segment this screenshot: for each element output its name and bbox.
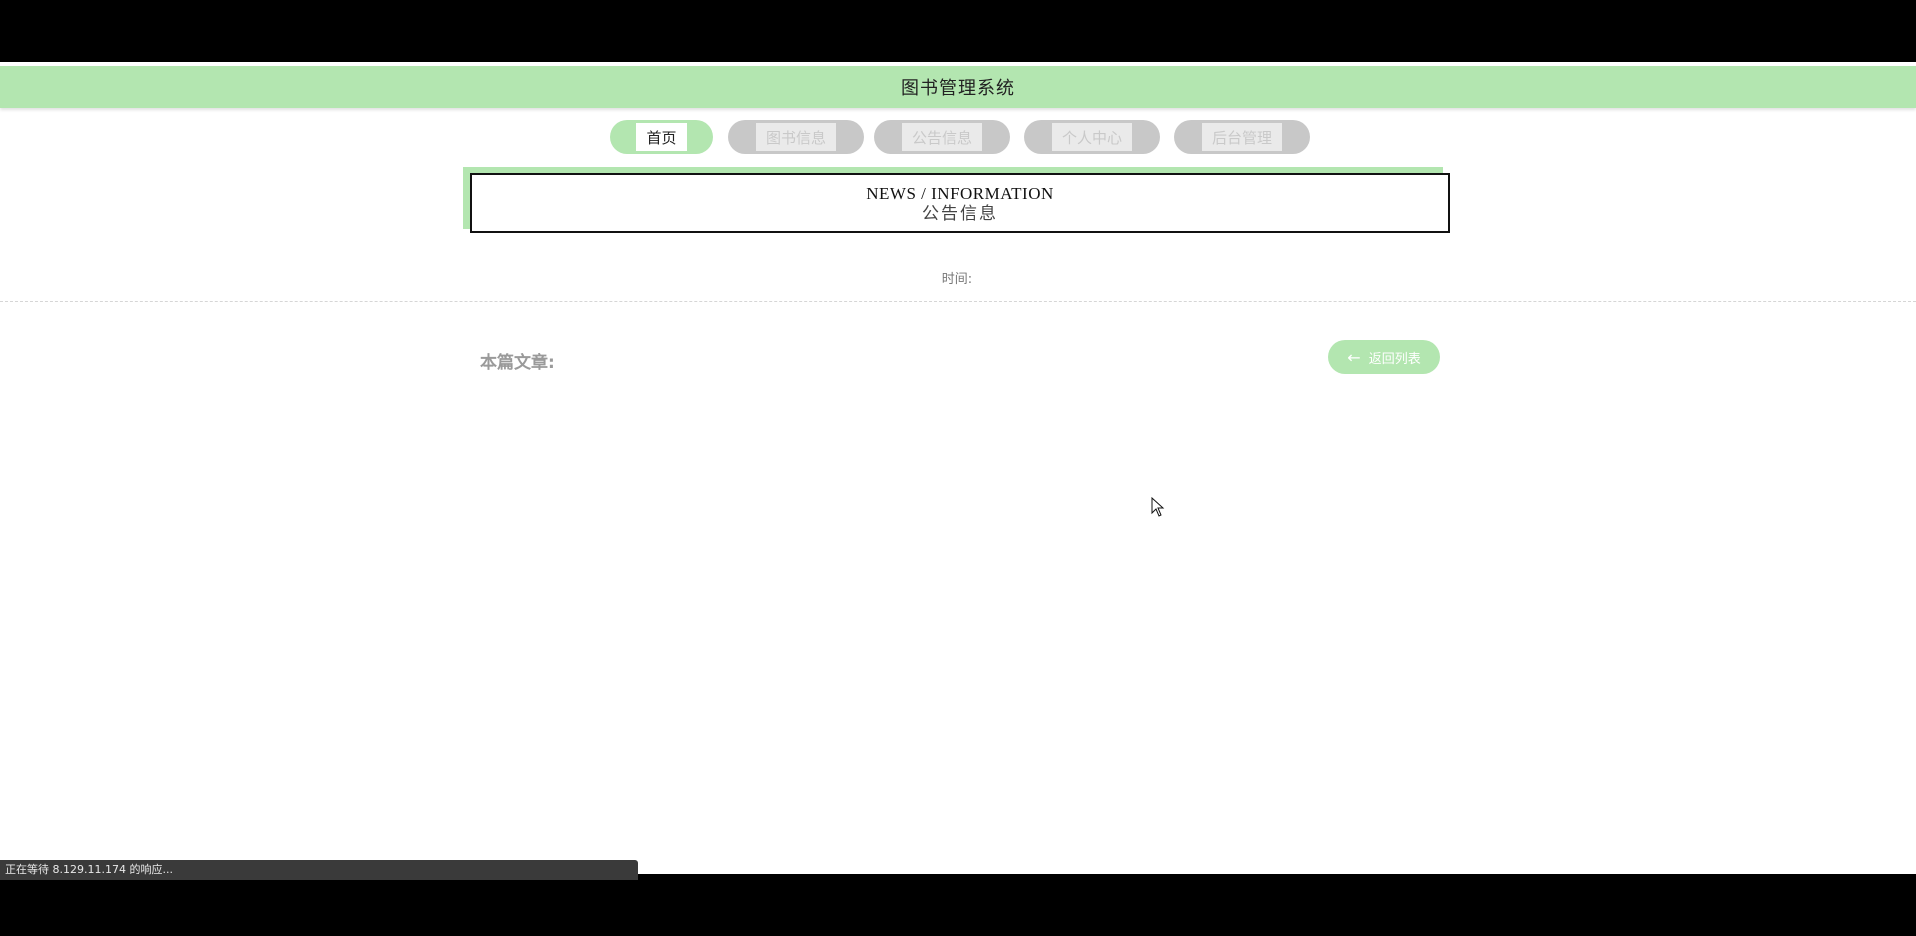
arrow-left-icon: ← [1347,347,1361,367]
news-header: NEWS / INFORMATION 公告信息 [470,173,1450,233]
nav-item-label: 后台管理 [1201,123,1282,151]
main-nav: 首页 图书信息 公告信息 个人中心 后台管理 [0,120,1916,156]
article-label: 本篇文章: [480,353,555,373]
site-header: 图书管理系统 [0,66,1916,108]
nav-item-home[interactable]: 首页 [610,120,713,154]
nav-item-label: 首页 [636,123,687,151]
time-label: 时间: [941,272,973,287]
nav-item-admin[interactable]: 后台管理 [1174,120,1310,154]
news-title-en: NEWS / INFORMATION [866,184,1054,203]
nav-item-label: 公告信息 [901,123,982,151]
nav-item-label: 个人中心 [1051,123,1132,151]
browser-status-bar: 正在等待 8.129.11.174 的响应... [0,860,638,880]
news-title-cn: 公告信息 [922,204,998,223]
nav-item-label: 图书信息 [755,123,836,151]
content-divider [0,301,1916,302]
nav-item-profile[interactable]: 个人中心 [1024,120,1160,154]
browser-viewport: 图书管理系统 首页 图书信息 公告信息 个人中心 后台管理 NEWS / INF… [0,62,1916,874]
publish-time: 时间: [0,268,1916,287]
site-title: 图书管理系统 [901,78,1015,99]
nav-item-announcements[interactable]: 公告信息 [874,120,1010,154]
mouse-cursor-icon [1151,497,1165,517]
back-to-list-button[interactable]: ← 返回列表 [1328,340,1440,374]
back-button-label: 返回列表 [1368,351,1421,367]
nav-item-books[interactable]: 图书信息 [728,120,864,154]
